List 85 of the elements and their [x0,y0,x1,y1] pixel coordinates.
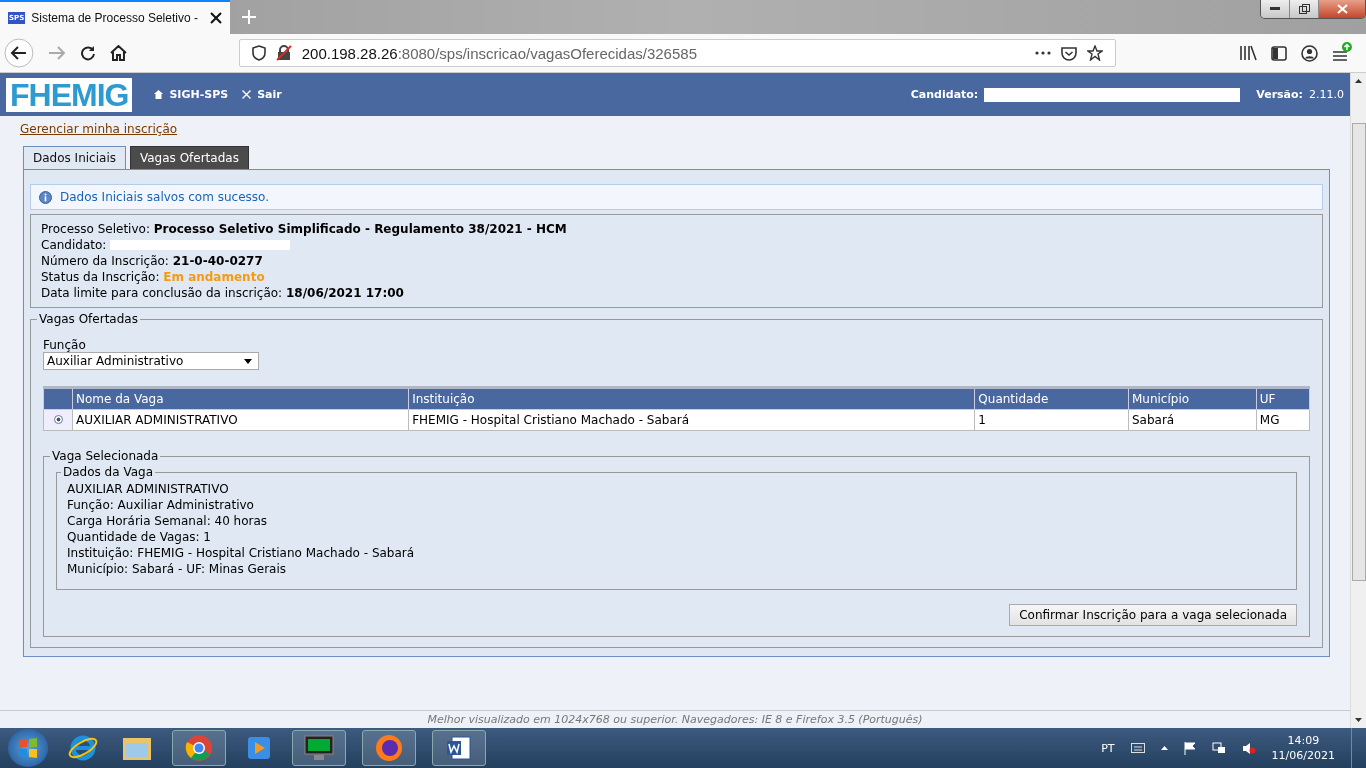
fieldset-legend: Vagas Ofertadas [37,312,140,326]
pocket-icon[interactable] [1060,45,1077,61]
more-icon[interactable] [1034,51,1051,55]
shield-icon [251,45,266,61]
summary-line: Status da Inscrição: Em andamento [41,269,266,285]
summary-line: Número da Inscrição: 21-0-40-0277 [41,253,264,269]
minimize-button[interactable] [1261,0,1290,18]
back-icon[interactable] [4,38,34,68]
network-icon[interactable] [1211,741,1226,755]
column-header: Instituição [408,387,975,410]
restore-icon [1298,4,1310,14]
keyboard-icon[interactable] [1130,743,1145,753]
version-number: 2.11.0 [1309,88,1344,101]
close-icon[interactable] [210,12,222,24]
menu-icon[interactable] [1332,42,1352,64]
detail-line: Função: Auxiliar Administrativo [67,497,255,513]
url-text: 200.198.28.26:8080/sps/inscricao/vagasOferecidas/326585 [301,44,697,62]
taskbar-app-button[interactable] [292,730,346,766]
field-label: Função [43,338,87,352]
confirm-button[interactable]: Confirmar Inscrição para a vaga selecionada [1009,604,1297,626]
monitor-icon [304,735,334,761]
manage-link[interactable]: Gerenciar minha inscrição [20,122,178,136]
close-icon [242,90,252,99]
clock[interactable]: 14:09 11/06/2021 [1271,733,1335,763]
taskbar-app-button[interactable] [362,730,416,766]
flag-icon[interactable] [1183,741,1196,755]
close-icon [1336,4,1348,14]
table-cell: FHEMIG - Hospital Cristiano Machado - Sabará [408,409,975,431]
dropdown-arrow-icon [244,358,252,364]
scroll-thumb[interactable] [1351,123,1366,581]
browser-e-icon[interactable] [68,733,98,763]
insecure-lock-icon [275,45,292,61]
column-header: Nome da Vaga [72,387,409,410]
tab[interactable]: Dados Iniciais [23,146,126,169]
windows-logo-icon [17,737,39,759]
scroll-down-icon[interactable] [1355,718,1362,722]
taskbar-app-button[interactable] [172,730,226,766]
media-player-icon[interactable] [246,735,272,761]
home-icon [154,90,164,99]
tab-title: Sistema de Processo Seletivo - [31,11,199,25]
detail-line: Instituição: FHEMIG - Hospital Cristiano Machado - Sabará [67,545,416,561]
star-icon[interactable] [1086,45,1103,61]
start-button[interactable] [8,729,48,767]
window-close-button[interactable] [1319,0,1365,18]
account-icon[interactable] [1301,44,1319,62]
summary-line: Processo Seletivo: Processo Seletivo Simplificado - Regulamento 38/2021 - HCM [41,221,568,237]
fieldset-legend: Dados da Vaga [61,465,155,479]
column-header: UF [1256,387,1310,410]
summary-line: Data limite para conclusão da inscrição: 18/06/2021 17:00 [41,285,405,301]
header-link[interactable]: Sair [257,88,282,101]
round-browser-icon [185,734,213,762]
tab[interactable]: Vagas Ofertadas [129,146,249,169]
candidate-label: Candidato: [910,88,979,101]
language-indicator[interactable]: PT [1101,741,1115,755]
column-header: Quantidade [974,387,1129,410]
word-document-icon [446,735,472,761]
taskbar-app-button[interactable] [432,730,486,766]
info-message-text: Dados Iniciais salvos com sucesso. [60,190,269,204]
home-icon[interactable] [109,45,127,61]
restore-button[interactable] [1290,0,1319,18]
info-icon [39,190,52,204]
reload-icon[interactable] [79,45,96,61]
logo: FHEMIG [6,77,133,112]
sidebar-icon[interactable] [1271,45,1288,61]
radio-button[interactable] [53,415,63,424]
header-link[interactable]: SIGH-SPS [169,88,229,101]
scrollbar[interactable] [1350,73,1366,728]
table-cell: AUXILIAR ADMINISTRATIVO [72,409,409,431]
new-tab-icon[interactable] [242,10,256,24]
address-bar[interactable]: 200.198.28.26:8080/sps/inscricao/vagasOferecidas/326585 [238,39,1116,67]
version-label: Versão: [1256,88,1303,101]
tray-arrow-icon[interactable] [1160,746,1168,750]
detail-line: Município: Sabará - UF: Minas Gerais [67,561,288,577]
fox-browser-icon [375,734,403,762]
volume-muted-icon[interactable] [1241,741,1256,755]
column-header: Município [1128,387,1257,410]
funcao-select[interactable]: Auxiliar Administrativo [43,352,259,370]
minimize-icon [1270,7,1280,11]
detail-line: Quantidade de Vagas: 1 [67,529,212,545]
scroll-up-icon[interactable] [1355,79,1362,83]
library-icon[interactable] [1239,45,1258,61]
fieldset-legend: Vaga Selecionada [50,449,161,463]
detail-line: AUXILIAR ADMINISTRATIVO [67,481,230,497]
detail-line: Carga Horária Semanal: 40 horas [67,513,269,529]
summary-label: Candidato: [41,237,107,253]
